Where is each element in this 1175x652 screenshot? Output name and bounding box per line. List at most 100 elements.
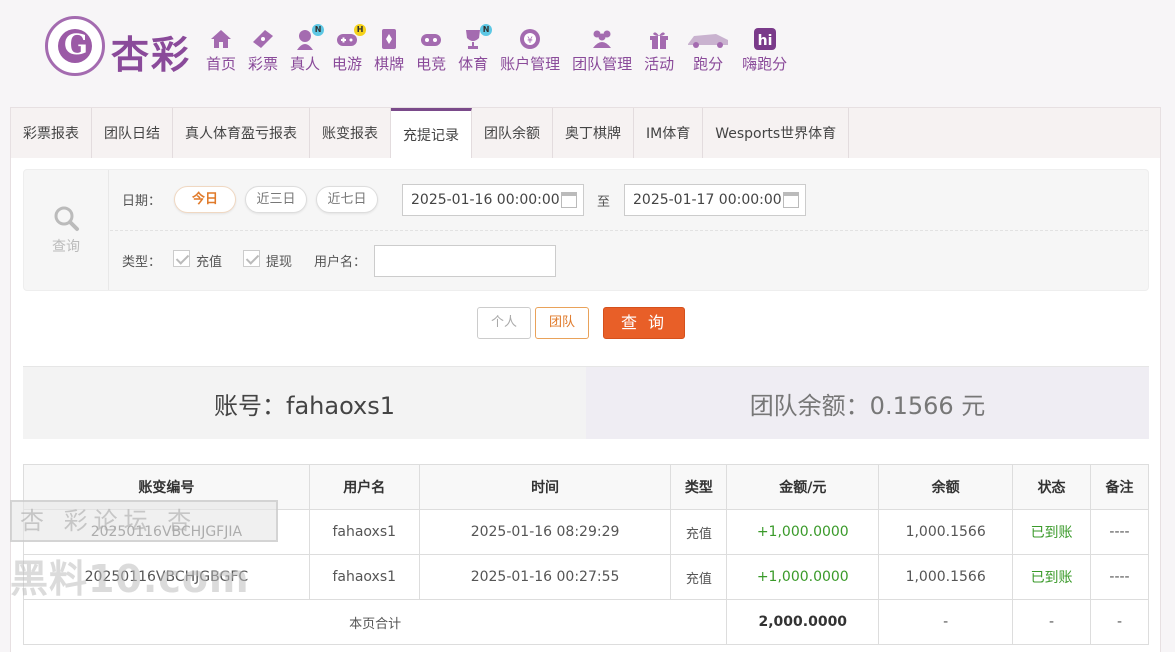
type-cell: 充值: [670, 554, 728, 600]
nav-label: 电游: [332, 55, 363, 73]
nav-label: 电竞: [416, 55, 447, 73]
deposit-checkbox[interactable]: [173, 250, 190, 267]
col-header: 备注: [1090, 464, 1149, 510]
personal-button[interactable]: 个人: [477, 307, 531, 339]
calendar-icon[interactable]: [561, 192, 577, 208]
nav-label: 嗨跑分: [742, 55, 788, 73]
start-date-value: 2025-01-16 00:00:00: [411, 192, 560, 208]
logo-emblem-icon: [45, 16, 105, 76]
start-date-input[interactable]: 2025-01-16 00:00:00: [402, 184, 584, 216]
last-3-days-button[interactable]: 近三日: [245, 186, 307, 213]
table-row: 20250116VBCHJGBGFC fahaoxs1 2025-01-16 0…: [23, 554, 1149, 600]
tab-wesports[interactable]: Wesports世界体育: [703, 108, 850, 158]
tab-account-changes[interactable]: 账变报表: [310, 108, 391, 158]
filter-panel: 查询 日期： 今日 近三日 近七日 2025-01-16 00:00:00 至 …: [23, 169, 1149, 291]
hot-badge: H: [354, 24, 367, 36]
logo-text: 杏彩: [111, 32, 192, 77]
hi-icon: hi: [753, 28, 777, 50]
col-header: 状态: [1012, 464, 1092, 510]
report-tabs: 彩票报表 团队日结 真人体育盈亏报表 账变报表 充提记录 团队余额 奥丁棋牌 I…: [10, 107, 1161, 159]
nav-item-sports[interactable]: 体育 N: [452, 22, 494, 74]
query-button[interactable]: 查 询: [603, 307, 685, 339]
nav-item-activity[interactable]: 活动: [638, 22, 680, 74]
col-header: 金额/元: [726, 464, 880, 510]
time-cell: 2025-01-16 00:27:55: [418, 554, 672, 600]
total-label: 本页合计: [22, 599, 728, 645]
nav-item-slots[interactable]: 电游 H: [326, 22, 368, 74]
nav-item-team[interactable]: 团队管理: [566, 22, 638, 74]
nav-label: 团队管理: [572, 55, 633, 73]
summary-bar: 账号：fahaoxs1 团队余额：0.1566 元: [23, 367, 1149, 439]
new-badge: N: [480, 24, 493, 36]
col-header: 账变编号: [23, 464, 310, 510]
username-label: 用户名：: [314, 255, 367, 270]
tab-team-balance[interactable]: 团队余额: [472, 108, 553, 158]
record-id: 20250116VBCHJGFJIA: [23, 509, 310, 555]
nav-item-hi-run[interactable]: hi 嗨跑分: [736, 22, 793, 74]
total-balance: -: [878, 599, 1014, 645]
query-label: 查询: [52, 239, 80, 255]
table-header-row: 账变编号 用户名 时间 类型 金额/元 余额 状态 备注: [23, 464, 1149, 510]
total-amount: 2,000.0000: [726, 599, 880, 645]
team-icon: [590, 28, 614, 50]
top-header: 杏彩 首页 彩票 真人 N 电游 H 棋牌 电竞 体: [0, 0, 1175, 107]
nav-label: 彩票: [248, 55, 279, 73]
tab-live-sports-pnl[interactable]: 真人体育盈亏报表: [173, 108, 310, 158]
nav-label: 真人: [290, 55, 321, 73]
nav-label: 账户管理: [500, 55, 561, 73]
type-label: 类型：: [122, 255, 162, 270]
home-icon: [209, 28, 233, 50]
nav-item-account[interactable]: ¥ 账户管理: [494, 22, 566, 74]
controller-icon: [419, 28, 443, 50]
amount-cell: +1,000.0000: [726, 509, 880, 555]
col-header: 类型: [670, 464, 728, 510]
today-button[interactable]: 今日: [174, 186, 236, 213]
nav-item-run[interactable]: 跑分: [680, 22, 736, 74]
main-nav: 首页 彩票 真人 N 电游 H 棋牌 电竞 体育 N ¥ 账户管理 团队管理 活…: [200, 22, 793, 82]
records-table: 账变编号 用户名 时间 类型 金额/元 余额 状态 备注 20250116VBC…: [22, 464, 1149, 645]
end-date-input[interactable]: 2025-01-17 00:00:00: [624, 184, 806, 216]
balance-cell: 1,000.1566: [878, 554, 1014, 600]
date-row: 日期： 今日 近三日 近七日 2025-01-16 00:00:00 至 202…: [110, 170, 1148, 231]
time-cell: 2025-01-16 08:29:29: [418, 509, 672, 555]
nav-label: 活动: [644, 55, 675, 73]
tab-odin-chess[interactable]: 奥丁棋牌: [553, 108, 634, 158]
svg-text:hi: hi: [757, 33, 772, 49]
tab-lottery-report[interactable]: 彩票报表: [11, 108, 92, 158]
new-badge: N: [312, 24, 325, 36]
col-header: 用户名: [308, 464, 420, 510]
team-button[interactable]: 团队: [535, 307, 589, 339]
nav-item-lottery[interactable]: 彩票: [242, 22, 284, 74]
nav-label: 体育: [458, 55, 489, 73]
nav-item-esports[interactable]: 电竞: [410, 22, 452, 74]
withdraw-checkbox[interactable]: [243, 250, 260, 267]
calendar-icon[interactable]: [783, 192, 799, 208]
status-cell: 已到账: [1012, 554, 1092, 600]
main-content: 查询 日期： 今日 近三日 近七日 2025-01-16 00:00:00 至 …: [10, 158, 1161, 652]
brand-logo[interactable]: 杏彩: [45, 16, 205, 78]
tab-im-sports[interactable]: IM体育: [634, 108, 704, 158]
table-total-row: 本页合计 2,000.0000 - - -: [22, 599, 1149, 645]
username-input[interactable]: [374, 245, 556, 277]
deposit-label: 充值: [196, 255, 223, 270]
nav-item-home[interactable]: 首页: [200, 22, 242, 74]
amount-cell: +1,000.0000: [726, 554, 880, 600]
svg-text:¥: ¥: [527, 36, 533, 46]
tab-team-daily[interactable]: 团队日结: [92, 108, 173, 158]
note-cell: ----: [1090, 554, 1149, 600]
date-label: 日期：: [122, 194, 162, 209]
account-icon: ¥: [518, 28, 542, 50]
type-cell: 充值: [670, 509, 728, 555]
col-header: 余额: [878, 464, 1014, 510]
account-summary: 账号：fahaoxs1: [23, 367, 586, 439]
gift-icon: [647, 28, 671, 50]
nav-item-live[interactable]: 真人 N: [284, 22, 326, 74]
tab-deposit-withdraw[interactable]: 充提记录: [391, 108, 472, 159]
total-status: -: [1012, 599, 1092, 645]
last-7-days-button[interactable]: 近七日: [316, 186, 378, 213]
to-label: 至: [597, 195, 611, 210]
search-icon: [54, 206, 79, 231]
status-cell: 已到账: [1012, 509, 1092, 555]
withdraw-label: 提现: [266, 255, 293, 270]
nav-item-chess[interactable]: 棋牌: [368, 22, 410, 74]
